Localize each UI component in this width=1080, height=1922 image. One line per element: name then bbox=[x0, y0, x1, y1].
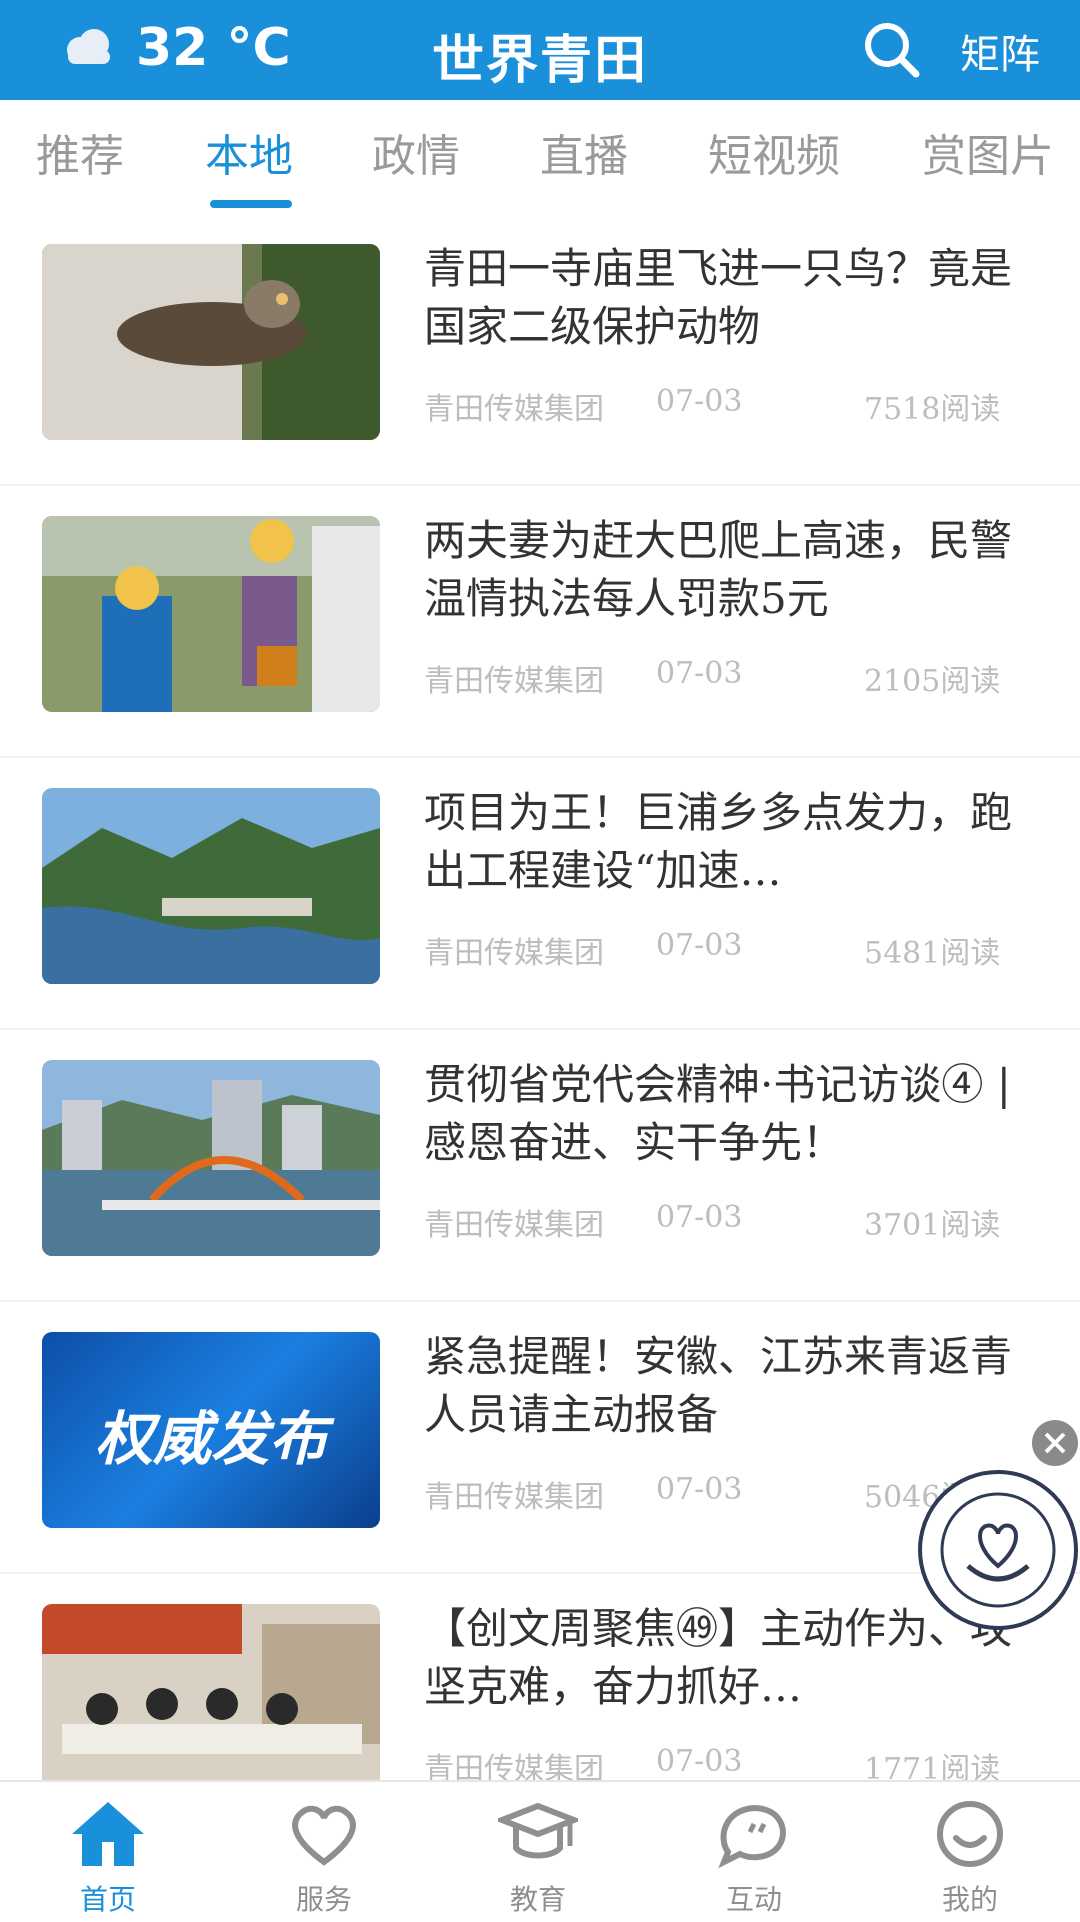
article-item[interactable]: 贯彻省党代会精神·书记访谈④ | 感恩奋进、实干争先！ 青田传媒集团 07-03… bbox=[0, 1028, 1080, 1302]
nav-label: 服务 bbox=[295, 1883, 352, 1916]
article-item[interactable]: 青田一寺庙里飞进一只鸟？竟是国家二级保护动物 青田传媒集团 07-03 7518… bbox=[0, 212, 1080, 486]
article-source: 青田传媒集团 bbox=[424, 664, 604, 699]
article-date: 07-03 bbox=[656, 656, 743, 691]
article-read-count: 5481阅读 bbox=[864, 936, 1001, 971]
nav-label: 互动 bbox=[725, 1883, 782, 1916]
nav-education[interactable]: 教育 bbox=[478, 1794, 598, 1918]
article-source: 青田传媒集团 bbox=[424, 1208, 604, 1243]
tab-local[interactable]: 本地 bbox=[205, 120, 293, 184]
top-bar: 32 °C 世界青田 矩阵 bbox=[0, 0, 1080, 100]
article-title: 青田一寺庙里飞进一只鸟？竟是国家二级保护动物 bbox=[424, 244, 1013, 351]
article-date: 07-03 bbox=[656, 1200, 743, 1235]
article-title: 贯彻省党代会精神·书记访谈④ | 感恩奋进、实干争先！ bbox=[424, 1060, 1011, 1167]
article-thumbnail bbox=[42, 244, 380, 440]
article-item[interactable]: 两夫妻为赶大巴爬上高速，民警温情执法每人罚款5元 青田传媒集团 07-03 21… bbox=[0, 484, 1080, 758]
foundation-logo-icon bbox=[940, 1492, 1056, 1608]
article-thumbnail bbox=[42, 788, 380, 984]
article-source: 青田传媒集团 bbox=[424, 1480, 604, 1515]
graduation-cap-icon bbox=[498, 1802, 578, 1859]
article-date: 07-03 bbox=[656, 1472, 743, 1507]
foundation-badge[interactable] bbox=[918, 1470, 1078, 1630]
article-read-count: 3701阅读 bbox=[864, 1208, 1001, 1243]
article-item[interactable]: 项目为王！巨浦乡多点发力，跑出工程建设“加速… 青田传媒集团 07-03 548… bbox=[0, 756, 1080, 1030]
article-thumbnail bbox=[42, 1060, 380, 1256]
nav-label: 首页 bbox=[79, 1883, 136, 1916]
tab-pictures[interactable]: 赏图片 bbox=[922, 120, 1054, 184]
nav-profile[interactable]: 我的 bbox=[910, 1794, 1030, 1918]
close-icon bbox=[1044, 1432, 1066, 1454]
active-tab-indicator bbox=[210, 200, 292, 208]
nav-interact[interactable]: 互动 bbox=[694, 1794, 814, 1918]
category-tabs: 推荐 本地 政情 直播 短视频 赏图片 bbox=[0, 100, 1080, 210]
tab-short-video[interactable]: 短视频 bbox=[708, 120, 840, 184]
article-thumbnail bbox=[42, 516, 380, 712]
article-date: 07-03 bbox=[656, 384, 743, 419]
matrix-button[interactable]: 矩阵 bbox=[960, 22, 1040, 80]
nav-label: 我的 bbox=[941, 1883, 998, 1916]
chat-bubble-icon bbox=[718, 1804, 786, 1869]
tab-recommend[interactable]: 推荐 bbox=[36, 120, 124, 184]
article-source: 青田传媒集团 bbox=[424, 392, 604, 427]
article-title: 紧急提醒！安徽、江苏来青返青人员请主动报备 bbox=[424, 1332, 1013, 1439]
article-item[interactable]: 权威发布 紧急提醒！安徽、江苏来青返青人员请主动报备 青田传媒集团 07-03 … bbox=[0, 1300, 1080, 1574]
nav-label: 教育 bbox=[509, 1883, 566, 1916]
search-button[interactable] bbox=[860, 18, 924, 82]
tab-live[interactable]: 直播 bbox=[540, 120, 628, 184]
thumbnail-caption: 权威发布 bbox=[94, 1405, 327, 1473]
tab-politics[interactable]: 政情 bbox=[372, 120, 460, 184]
float-close-button[interactable] bbox=[1032, 1420, 1078, 1466]
home-icon bbox=[72, 1802, 144, 1866]
bottom-navigation: 首页 服务 教育 互动 我的 bbox=[0, 1780, 1080, 1922]
article-thumbnail: 权威发布 bbox=[42, 1332, 380, 1528]
nav-service[interactable]: 服务 bbox=[264, 1794, 384, 1918]
article-read-count: 2105阅读 bbox=[864, 664, 1001, 699]
nav-home[interactable]: 首页 bbox=[48, 1794, 168, 1918]
article-read-count: 7518阅读 bbox=[864, 392, 1001, 427]
article-thumbnail bbox=[42, 1604, 380, 1800]
search-icon bbox=[865, 23, 920, 78]
smiley-icon bbox=[937, 1801, 1003, 1867]
article-date: 07-03 bbox=[656, 928, 743, 963]
article-title: 项目为王！巨浦乡多点发力，跑出工程建设“加速… bbox=[424, 788, 1013, 895]
article-title: 两夫妻为赶大巴爬上高速，民警温情执法每人罚款5元 bbox=[424, 516, 1013, 623]
article-source: 青田传媒集团 bbox=[424, 936, 604, 971]
heart-icon bbox=[292, 1805, 356, 1866]
article-date: 07-03 bbox=[656, 1744, 743, 1779]
